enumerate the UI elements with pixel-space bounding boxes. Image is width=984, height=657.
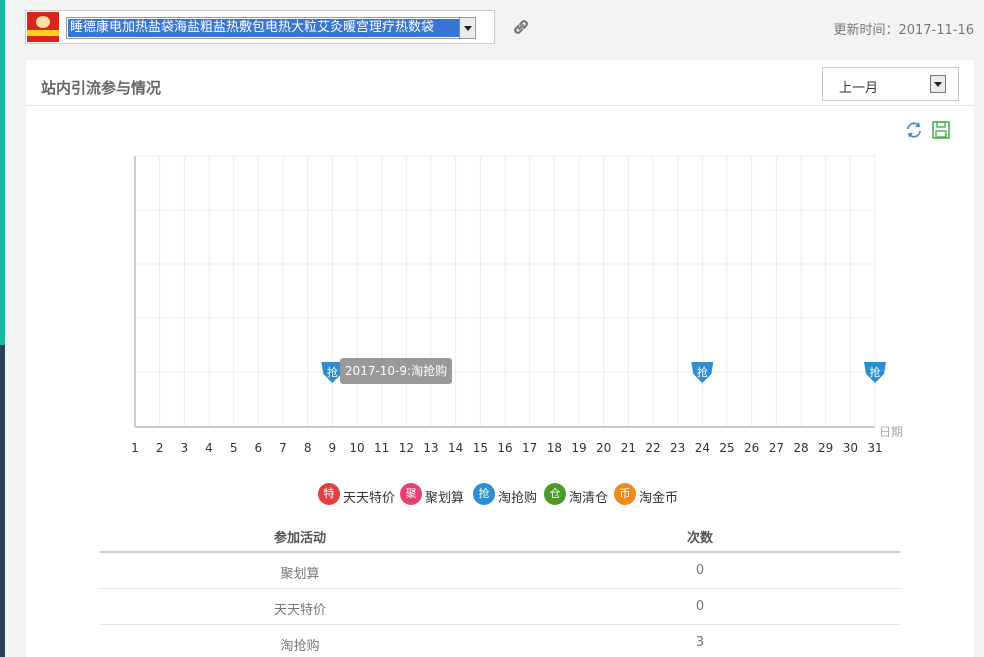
legend-badge-icon: 仓 [544,483,566,505]
activity-name-cell: 淘抢购 [280,639,320,654]
x-tick-label: 5 [230,441,238,455]
x-tick-label: 21 [621,441,636,455]
table-row: 聚划算 0 [100,553,900,589]
save-icon[interactable] [931,120,951,140]
x-tick-label: 27 [769,441,784,455]
x-tick-label: 28 [793,441,808,455]
chevron-down-icon[interactable] [459,18,475,38]
x-tick-label: 22 [645,441,660,455]
x-tick-label: 8 [304,441,312,455]
x-tick-label: 7 [279,441,287,455]
x-tick-label: 10 [349,441,364,455]
activity-count-cell: 0 [695,599,705,614]
legend-badge-icon: 币 [614,483,636,505]
x-tick-label: 18 [547,441,562,455]
refresh-icon[interactable] [904,120,924,140]
table-row: 天天特价 0 [100,589,900,625]
product-dropdown[interactable]: 睡德康电加热盐袋海盐粗盐热敷包电热大粒艾灸暖宫理疗热数袋 [66,17,476,39]
x-tick-label: 16 [497,441,512,455]
panel-title: 站内引流参与情况 [41,79,162,97]
legend-label: 天天特价 [343,491,396,506]
x-tick-label: 17 [522,441,537,455]
x-tick-label: 9 [329,441,337,455]
legend-label: 聚划算 [425,491,465,506]
activity-name-cell: 天天特价 [273,603,326,618]
data-point-marker[interactable]: 抢 [691,362,714,383]
left-accent-strip [0,0,5,657]
x-tick-label: 3 [181,441,189,455]
legend-label: 淘抢购 [498,491,538,506]
x-tick-label: 1 [131,441,139,455]
legend-badge-icon: 聚 [400,483,422,505]
chevron-down-icon[interactable] [930,75,946,93]
activity-count-cell: 3 [695,635,705,650]
x-tick-label: 4 [205,441,213,455]
svg-text:抢: 抢 [697,365,708,379]
x-tick-label: 24 [695,441,710,455]
x-tick-label: 15 [473,441,488,455]
legend-badge-icon: 特 [318,483,340,505]
x-tick-label: 14 [448,441,463,455]
tooltip-text: 2017-10-9:淘抢购 [345,363,447,378]
x-tick-label: 26 [744,441,759,455]
x-tick-label: 19 [571,441,586,455]
x-tick-label: 29 [818,441,833,455]
x-tick-label: 12 [399,441,414,455]
top-bar: 睡德康电加热盐袋海盐粗盐热敷包电热大粒艾灸暖宫理疗热数袋 更新时间：2017-1… [5,0,984,58]
table-header-cell: 参加活动 [273,531,326,546]
table-row: 淘抢购 3 [100,625,900,657]
chart: 1 2 3 4 5 6 7 8 9 10 11 12 13 14 15 16 17 18 19 20 21 22 23 24 2… [131,155,903,455]
x-tick-label: 30 [843,441,858,455]
table-header-row: 参加活动 次数 [100,517,900,553]
x-tick-label: 20 [596,441,611,455]
table-header-cell: 次数 [686,531,713,546]
x-tick-label: 6 [255,441,263,455]
svg-text:抢: 抢 [870,365,881,379]
period-select[interactable]: 上一月 [822,67,959,101]
x-tick-label: 11 [374,441,389,455]
legend-label: 淘清仓 [569,491,609,506]
period-value: 上一月 [839,81,879,96]
svg-text:抢: 抢 [327,365,338,379]
x-tick-label: 31 [867,441,882,455]
product-selector[interactable]: 睡德康电加热盐袋海盐粗盐热敷包电热大粒艾灸暖宫理疗热数袋 [25,10,495,44]
traffic-panel: 站内引流参与情况 上一月 1 2 3 4 5 6 7 8 9 10 11 12 13 14 15 16 17 18… [26,60,974,657]
link-icon[interactable] [510,16,532,38]
x-tick-label: 2 [156,441,164,455]
x-axis-label: 日期 [879,425,903,439]
legend-label: 淘金币 [639,491,679,506]
x-tick-label: 23 [670,441,685,455]
activity-name-cell: 聚划算 [280,567,320,582]
product-title: 睡德康电加热盐袋海盐粗盐热敷包电热大粒艾灸暖宫理疗热数袋 [68,19,460,37]
x-tick-label: 13 [423,441,438,455]
legend-badge-icon: 抢 [473,483,495,505]
product-thumbnail [27,12,59,42]
panel-header: 站内引流参与情况 上一月 [26,60,974,106]
activity-count-cell: 0 [695,563,705,578]
data-point-marker[interactable]: 抢 [864,362,886,383]
x-tick-label: 25 [719,441,734,455]
update-time: 更新时间：2017-11-16 [833,23,974,38]
